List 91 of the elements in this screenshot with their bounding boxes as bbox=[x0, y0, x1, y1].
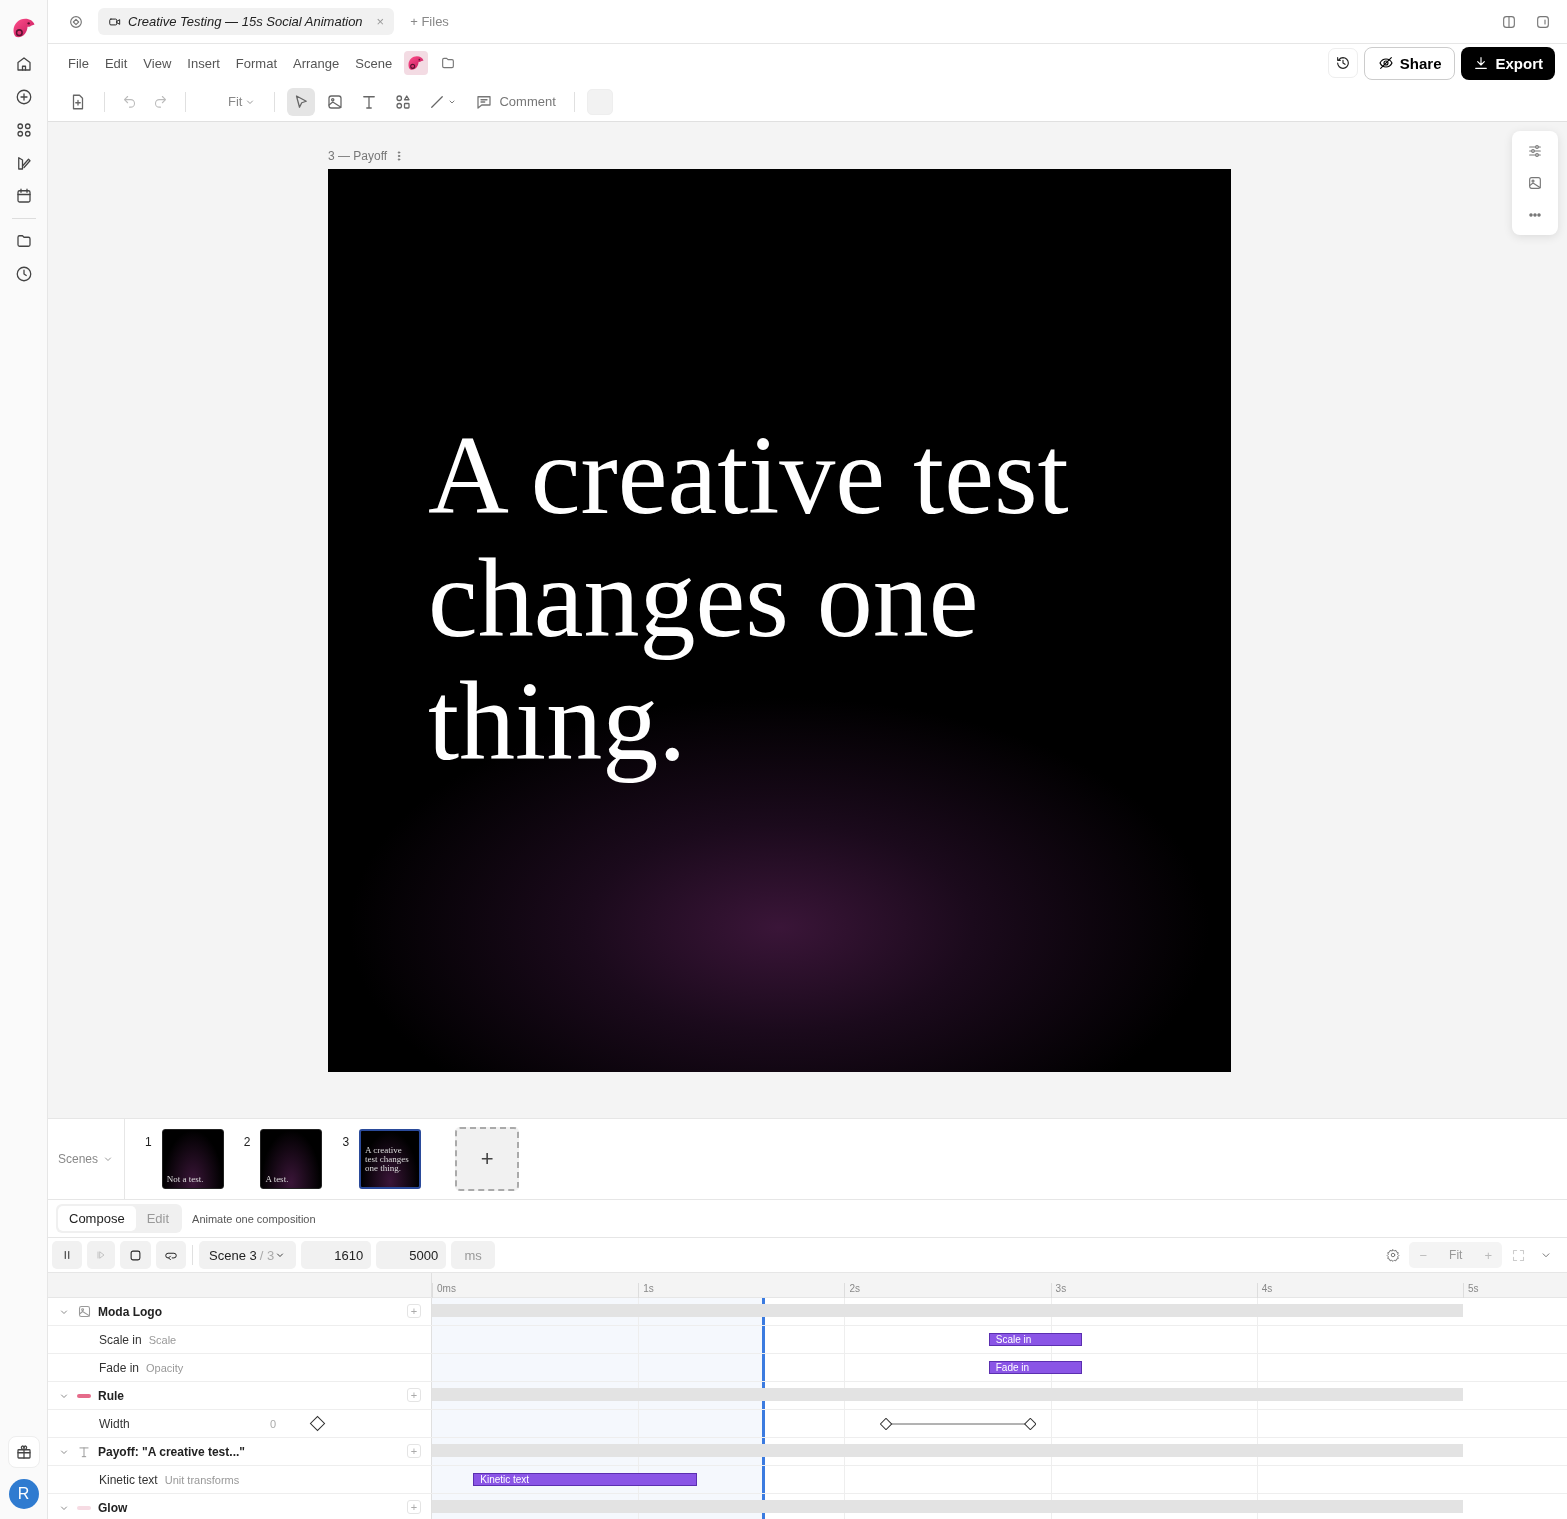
scene-number: 1 bbox=[145, 1134, 152, 1149]
expand-icon bbox=[1511, 1247, 1526, 1263]
history-icon bbox=[1334, 55, 1351, 71]
loop-button[interactable] bbox=[156, 1241, 186, 1269]
clock-icon bbox=[14, 265, 33, 283]
gift-button[interactable] bbox=[7, 1436, 40, 1468]
ruler-tick: 0ms bbox=[432, 1283, 456, 1298]
track-name[interactable]: Kinetic text bbox=[99, 1472, 158, 1487]
scene-thumbnail[interactable]: Not a test. bbox=[161, 1129, 224, 1189]
calendar-icon bbox=[14, 187, 33, 205]
layer-name[interactable]: Rule bbox=[98, 1388, 124, 1403]
settings-icon bbox=[1386, 1248, 1401, 1262]
download-icon bbox=[1473, 55, 1490, 71]
property-name: Unit transforms bbox=[164, 1473, 240, 1486]
history-button[interactable] bbox=[1327, 48, 1358, 78]
user-avatar[interactable]: R bbox=[8, 1479, 39, 1509]
ruler-tick: 3s bbox=[1050, 1283, 1067, 1298]
scene-number: 2 bbox=[243, 1134, 251, 1149]
ruler-tick: 4s bbox=[1256, 1283, 1273, 1298]
tool-button[interactable] bbox=[287, 87, 316, 116]
sliders-icon bbox=[1527, 143, 1543, 159]
thumbnail-caption: A test. bbox=[265, 1175, 290, 1184]
headline[interactable]: A creative test changes one thing. bbox=[428, 414, 1131, 783]
scene-thumbnail[interactable]: A test. bbox=[260, 1129, 323, 1189]
mode-tab[interactable]: Compose bbox=[58, 1206, 136, 1231]
menu-item[interactable]: Insert bbox=[179, 51, 228, 75]
redo-icon bbox=[153, 94, 168, 109]
eye-off-icon bbox=[1377, 55, 1394, 71]
undo-icon bbox=[122, 94, 137, 109]
add-icon bbox=[14, 88, 33, 106]
text-icon bbox=[77, 1444, 91, 1459]
scene-thumbnail[interactable]: A creative test changes one thing. bbox=[359, 1129, 422, 1189]
export-button[interactable]: Export bbox=[1461, 46, 1555, 80]
property-name: Opacity bbox=[146, 1361, 184, 1374]
comment-button[interactable]: Comment bbox=[469, 91, 562, 112]
glow-icon bbox=[77, 1505, 91, 1510]
folder-icon bbox=[440, 55, 457, 71]
menu-item[interactable]: Arrange bbox=[285, 51, 348, 75]
gift-icon bbox=[14, 1443, 33, 1461]
add-files-button[interactable]: + Files bbox=[404, 13, 455, 30]
animation-clip[interactable]: Kinetic text bbox=[473, 1473, 697, 1486]
track-name[interactable]: Scale in bbox=[99, 1332, 142, 1347]
step-icon bbox=[95, 1249, 107, 1261]
menu-item[interactable]: Edit bbox=[96, 51, 136, 75]
menu-item[interactable]: Format bbox=[227, 51, 285, 75]
shapes-icon bbox=[394, 92, 413, 111]
ruler-tick: 2s bbox=[844, 1283, 860, 1298]
zoom-dropdown[interactable]: Fit bbox=[222, 93, 263, 110]
split-view-icon bbox=[1501, 13, 1517, 30]
animation-clip[interactable]: Scale in bbox=[988, 1333, 1082, 1346]
menu-item[interactable]: File bbox=[60, 51, 97, 75]
thumbnail-caption: Not a test. bbox=[166, 1175, 205, 1184]
mode-hint: Animate one composition bbox=[192, 1212, 316, 1225]
layer-name[interactable]: Glow bbox=[98, 1500, 128, 1515]
zoom-level: Fit bbox=[1448, 1248, 1464, 1262]
rule-icon bbox=[77, 1393, 91, 1398]
artboard[interactable]: A creative test changes one thing. bbox=[328, 169, 1231, 1072]
menu-item[interactable]: View bbox=[135, 51, 180, 75]
track-name[interactable]: Fade in bbox=[99, 1360, 140, 1375]
image-icon bbox=[326, 92, 345, 111]
document-tab[interactable]: Creative Testing — 15s Social Animation × bbox=[98, 8, 395, 35]
folder-icon bbox=[14, 232, 33, 250]
layer-name[interactable]: Payoff: "A creative test..." bbox=[98, 1444, 245, 1459]
duration-field[interactable]: 5000 bbox=[376, 1241, 447, 1269]
apps-icon bbox=[14, 121, 33, 139]
add-scene-button[interactable]: + bbox=[455, 1127, 520, 1191]
animation-clip[interactable]: Fade in bbox=[988, 1361, 1082, 1374]
scenes-dropdown[interactable]: Scenes bbox=[48, 1119, 125, 1199]
time-unit: ms bbox=[451, 1241, 496, 1269]
thumbnail-caption: A creative test changes one thing. bbox=[365, 1145, 410, 1173]
stop-button[interactable] bbox=[120, 1241, 151, 1269]
stop-icon bbox=[128, 1247, 143, 1263]
current-time-field[interactable]: 1610 bbox=[301, 1241, 372, 1269]
compass-icon bbox=[68, 13, 84, 30]
keyframe-segment[interactable] bbox=[879, 1418, 1036, 1430]
scene-selector[interactable]: Scene 3 / 3 bbox=[199, 1241, 297, 1269]
panel-icon bbox=[1535, 13, 1551, 30]
ruler-tick: 1s bbox=[638, 1283, 654, 1298]
property-name: Scale bbox=[148, 1333, 177, 1346]
track-name[interactable]: Width bbox=[99, 1416, 130, 1431]
ruler-tick: 5s bbox=[1463, 1283, 1479, 1298]
share-button[interactable]: Share bbox=[1363, 46, 1456, 80]
scene-number: 3 bbox=[342, 1134, 350, 1149]
image-icon bbox=[1527, 175, 1543, 191]
brand-kit-button[interactable] bbox=[404, 51, 429, 75]
document-title: Creative Testing — 15s Social Animation bbox=[128, 14, 363, 29]
menu-item[interactable]: Scene bbox=[347, 51, 401, 75]
home-icon bbox=[14, 55, 33, 73]
image-icon bbox=[76, 1304, 92, 1319]
frame-label[interactable]: 3 — Payoff bbox=[328, 149, 388, 163]
layer-name[interactable]: Moda Logo bbox=[98, 1304, 162, 1319]
